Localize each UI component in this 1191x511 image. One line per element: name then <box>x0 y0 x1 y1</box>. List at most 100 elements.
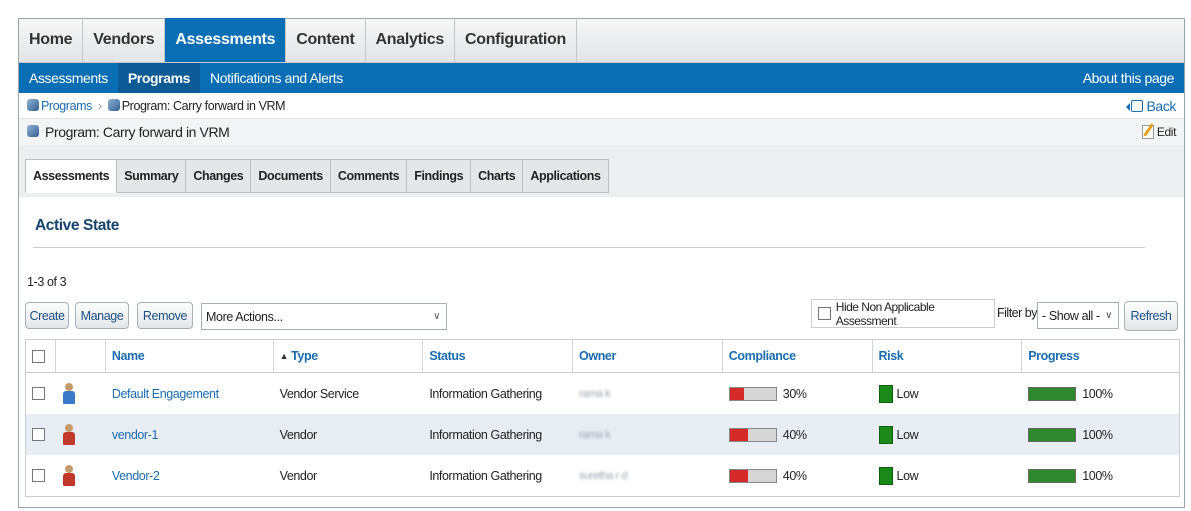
row-name-cell: Vendor-2 <box>106 455 274 496</box>
section-divider <box>33 247 1145 248</box>
detail-tabs-bar: Assessments Summary Changes Documents Co… <box>19 145 1184 197</box>
nav-tab-vendors[interactable]: Vendors <box>83 18 166 62</box>
row-owner: suretha r d <box>579 469 628 482</box>
compliance-bar <box>728 386 777 401</box>
back-button[interactable]: Back <box>1126 97 1184 114</box>
row-progress-value: 100% <box>1082 468 1113 483</box>
about-this-page-link[interactable]: About this page <box>1083 70 1184 86</box>
back-arrow-icon <box>1126 99 1144 112</box>
header-risk[interactable]: Risk <box>873 340 1023 372</box>
row-risk-value: Low <box>896 427 919 442</box>
tab-applications[interactable]: Applications <box>523 159 609 193</box>
row-checkbox[interactable] <box>32 428 45 441</box>
edit-label: Edit <box>1156 125 1176 139</box>
nav-tab-home[interactable]: Home <box>19 18 84 62</box>
row-name-link[interactable]: Default Engagement <box>112 387 219 401</box>
chevron-down-icon: ∨ <box>433 311 440 322</box>
refresh-button[interactable]: Refresh <box>1124 301 1178 331</box>
row-name-link[interactable]: Vendor-2 <box>112 469 160 483</box>
row-owner-cell: rama k <box>573 373 723 414</box>
row-checkbox[interactable] <box>32 387 45 400</box>
row-owner: rama k <box>579 387 611 400</box>
subnav-notifications-alerts[interactable]: Notifications and Alerts <box>200 63 353 93</box>
page-title: Program: Carry forward in VRM <box>45 124 230 140</box>
subnav-programs[interactable]: Programs <box>117 63 201 93</box>
nav-tab-configuration[interactable]: Configuration <box>455 18 577 62</box>
tab-charts[interactable]: Charts <box>471 159 524 193</box>
breadcrumb-programs-link[interactable]: Programs <box>41 99 92 113</box>
row-progress-cell: 100% <box>1022 455 1179 496</box>
vendor-icon <box>62 464 76 487</box>
subnav-assessments[interactable]: Assessments <box>19 63 118 93</box>
header-type[interactable]: ▲ Type <box>274 340 424 372</box>
table-header: Name ▲ Type Status Owner Compliance Risk… <box>26 340 1179 373</box>
row-select-cell <box>26 373 56 414</box>
select-all-cell <box>26 340 56 372</box>
tab-summary[interactable]: Summary <box>117 159 187 193</box>
progress-bar <box>1028 386 1077 401</box>
nav-tab-analytics[interactable]: Analytics <box>366 18 455 62</box>
filter-select[interactable]: - Show all - ∨ <box>1037 302 1119 329</box>
header-status[interactable]: Status <box>423 340 574 372</box>
header-progress[interactable]: Progress <box>1022 340 1179 372</box>
compliance-bar-fill <box>729 387 744 400</box>
row-name-link[interactable]: vendor-1 <box>112 428 159 442</box>
manage-button[interactable]: Manage <box>75 302 129 329</box>
breadcrumb-current: Program: Carry forward in VRM <box>121 98 286 113</box>
row-owner: rama k <box>579 428 611 441</box>
row-name-cell: Default Engagement <box>106 373 274 414</box>
row-icon-cell <box>56 455 106 496</box>
row-status: Information Gathering <box>429 386 542 401</box>
sort-ascending-icon: ▲ <box>279 351 289 361</box>
person-body <box>62 390 75 404</box>
select-all-checkbox[interactable] <box>32 349 45 363</box>
nav-tab-content[interactable]: Content <box>286 18 366 62</box>
hide-non-applicable-checkbox[interactable] <box>818 307 831 320</box>
row-compliance-cell: 40% <box>723 414 873 455</box>
row-type: Vendor <box>279 427 318 442</box>
header-compliance[interactable]: Compliance <box>723 340 873 372</box>
risk-indicator <box>878 425 893 444</box>
header-type-label: Type <box>291 349 318 363</box>
tab-assessments[interactable]: Assessments <box>25 159 118 193</box>
row-compliance-value: 40% <box>782 427 807 442</box>
progress-bar-fill <box>1029 469 1076 482</box>
compliance-bar-fill <box>729 469 749 482</box>
icon-column-header <box>56 340 106 372</box>
program-icon <box>27 125 39 137</box>
program-icon <box>27 98 39 111</box>
row-select-cell <box>26 455 56 496</box>
row-checkbox[interactable] <box>32 469 45 482</box>
more-actions-select[interactable]: More Actions... ∨ <box>201 303 447 330</box>
nav-tab-assessments[interactable]: Assessments <box>165 18 287 62</box>
progress-bar-fill <box>1029 387 1076 400</box>
row-icon-cell <box>56 414 106 455</box>
table-row: Vendor-2 Vendor Information Gathering su… <box>26 455 1179 496</box>
back-label: Back <box>1146 97 1176 114</box>
hide-non-applicable-toggle[interactable]: Hide Non Applicable Assessment <box>811 299 995 328</box>
table-row: Default Engagement Vendor Service Inform… <box>26 373 1179 414</box>
row-progress-value: 100% <box>1082 427 1113 442</box>
row-progress-cell: 100% <box>1022 414 1179 455</box>
app-frame: Home Vendors Assessments Content Analyti… <box>18 18 1185 508</box>
breadcrumb: Programs › Program: Carry forward in VRM… <box>19 93 1184 119</box>
tab-findings[interactable]: Findings <box>407 159 472 193</box>
row-owner-cell: suretha r d <box>573 455 723 496</box>
remove-button[interactable]: Remove <box>137 302 193 329</box>
row-risk-cell: Low <box>873 373 1023 414</box>
sub-nav: Assessments Programs Notifications and A… <box>19 63 1184 93</box>
tab-changes[interactable]: Changes <box>186 159 252 193</box>
edit-button[interactable]: Edit <box>1141 125 1184 139</box>
create-button[interactable]: Create <box>25 302 69 329</box>
progress-bar-fill <box>1029 428 1076 441</box>
row-risk-value: Low <box>896 468 919 483</box>
row-type: Vendor <box>279 468 318 483</box>
row-progress-cell: 100% <box>1022 373 1179 414</box>
breadcrumb-chevron-icon: › <box>97 98 102 113</box>
tab-documents[interactable]: Documents <box>251 159 331 193</box>
header-owner[interactable]: Owner <box>573 340 723 372</box>
tab-comments[interactable]: Comments <box>330 159 408 193</box>
header-name[interactable]: Name <box>106 340 274 372</box>
row-risk-cell: Low <box>873 414 1023 455</box>
chevron-down-icon: ∨ <box>1105 310 1112 321</box>
